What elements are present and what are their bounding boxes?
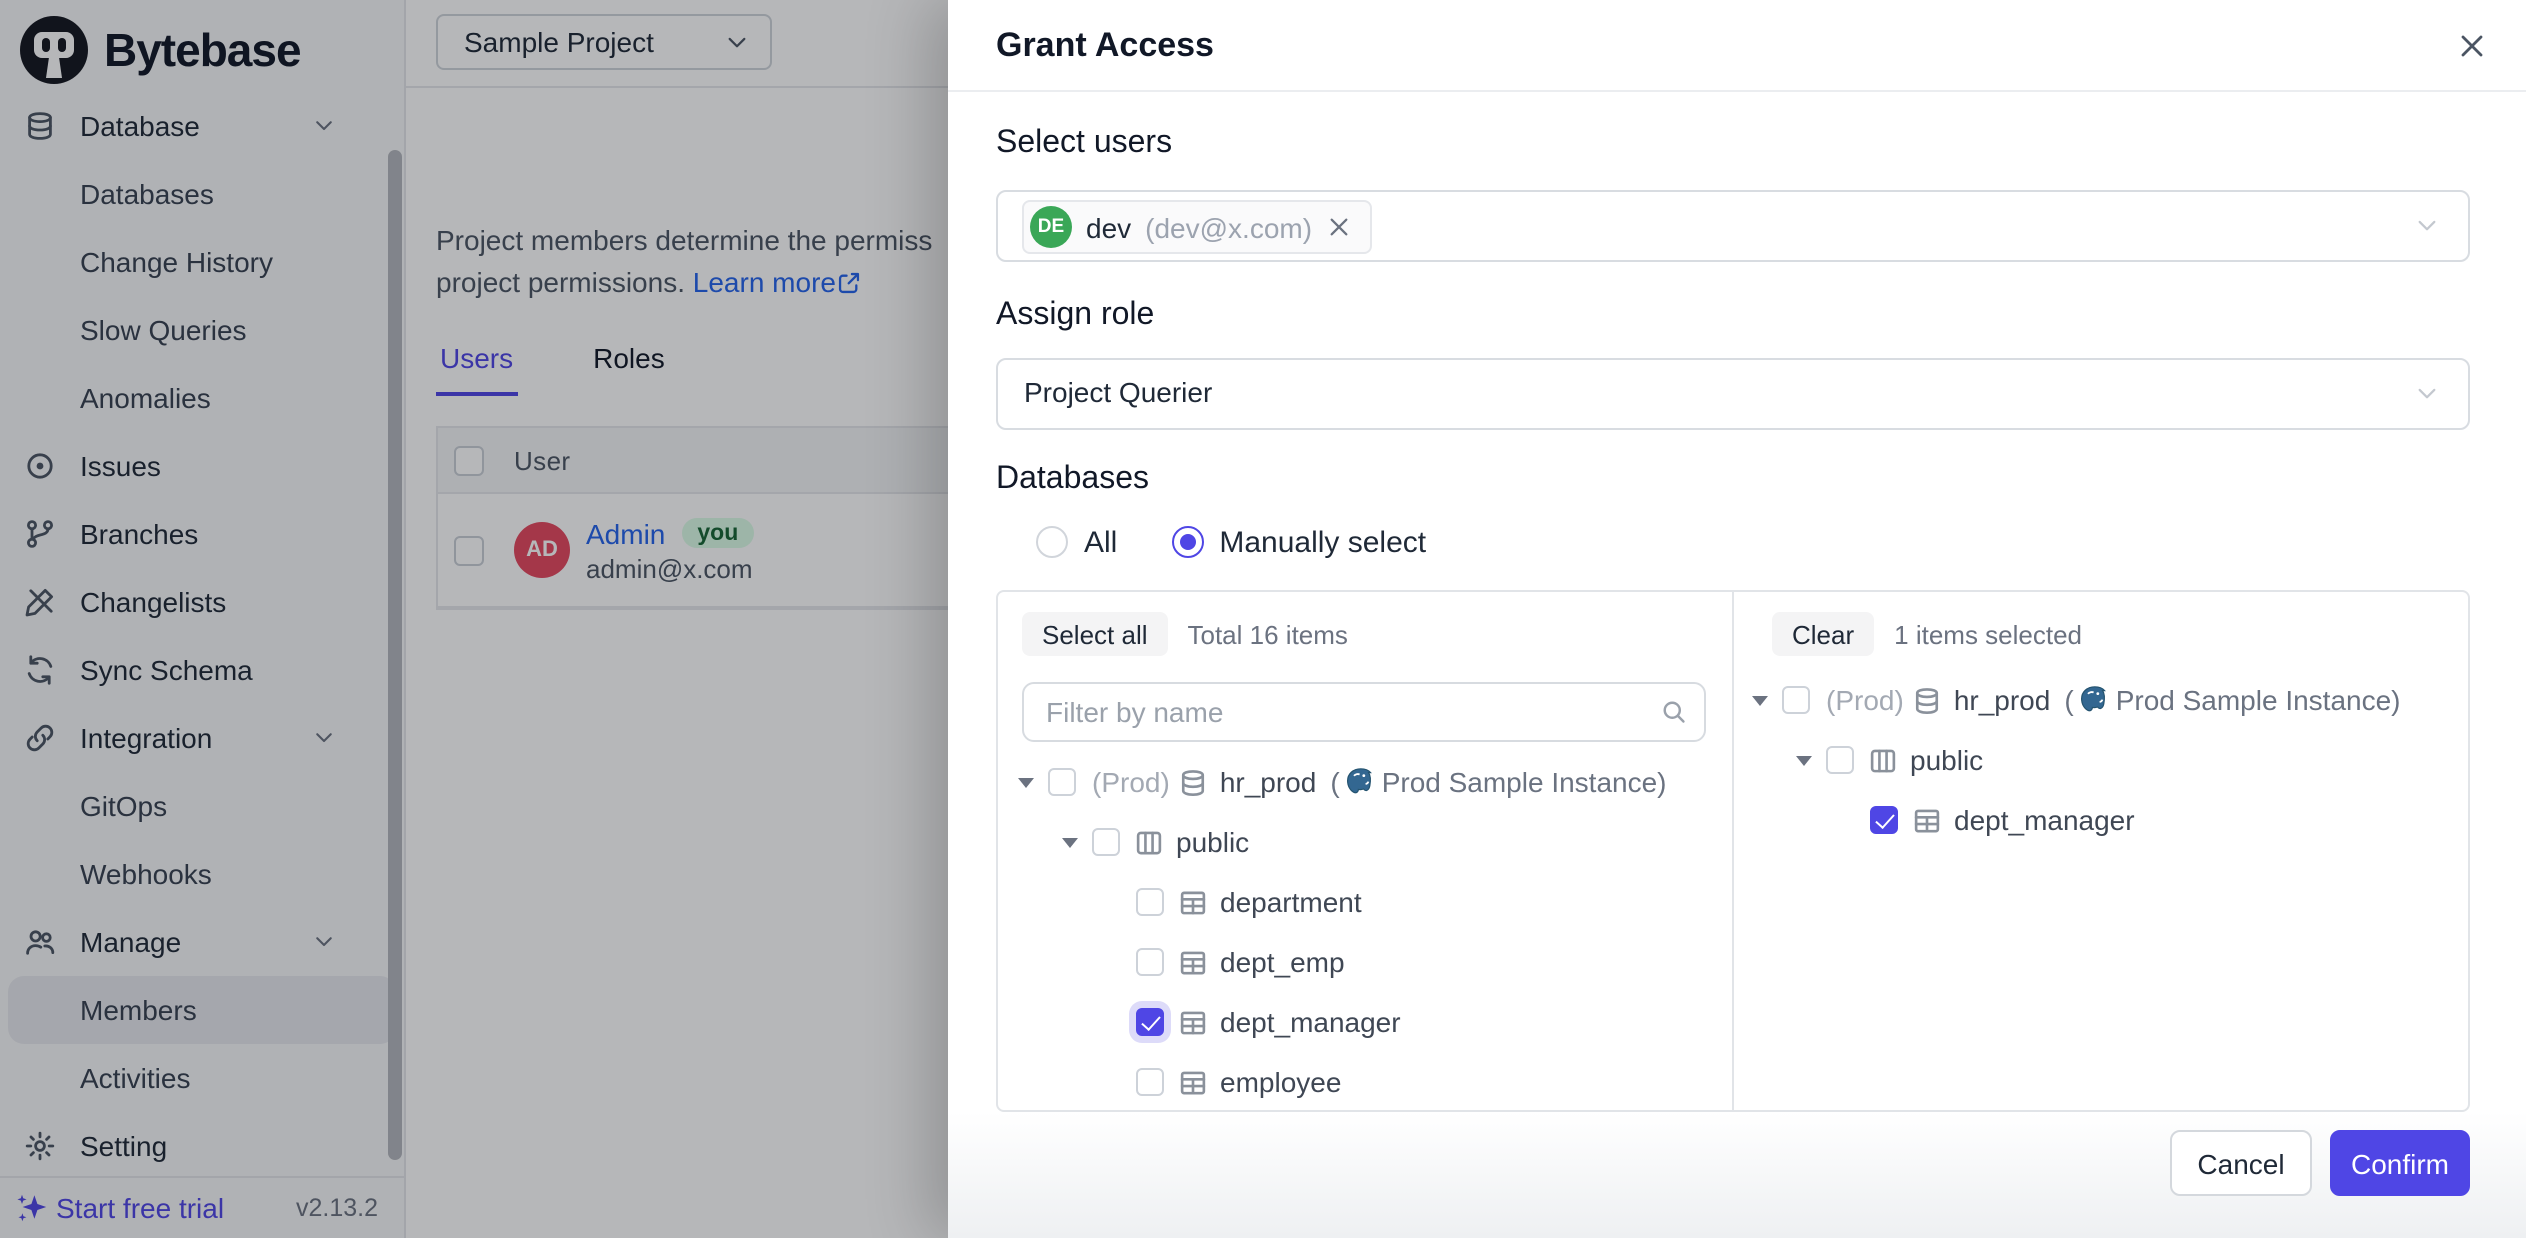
checkbox[interactable] — [1136, 948, 1164, 976]
search-icon — [1660, 698, 1688, 726]
table-icon — [1912, 805, 1942, 835]
postgres-icon — [2078, 684, 2110, 716]
checkbox-checked[interactable] — [1136, 1008, 1164, 1036]
table-name: dept_emp — [1220, 946, 1345, 978]
table-icon — [1178, 1067, 1208, 1097]
table-icon — [1178, 1007, 1208, 1037]
table-name: dept_manager — [1220, 1006, 1401, 1038]
caret-down-icon[interactable] — [1796, 755, 1812, 765]
checkbox[interactable] — [1782, 686, 1810, 714]
checkbox-checked[interactable] — [1870, 806, 1898, 834]
schema-icon — [1868, 745, 1898, 775]
select-users-label: Select users — [996, 126, 1172, 162]
modal-footer: Cancel Confirm — [948, 1112, 2526, 1238]
instance-name: Prod Sample Instance) — [2116, 684, 2401, 716]
database-name: hr_prod — [1954, 684, 2051, 716]
tree-row-department[interactable]: department — [998, 872, 1732, 932]
env-label: (Prod) — [1826, 684, 1904, 716]
bytebase-app: Bytebase Database Databases Change Histo… — [0, 0, 2526, 1238]
chevron-down-icon — [2414, 381, 2440, 407]
selected-count-label: 1 items selected — [1894, 619, 2082, 649]
radio-all-label[interactable]: All — [1084, 525, 1117, 559]
tree-row-dept-emp[interactable]: dept_emp — [998, 932, 1732, 992]
remove-chip-icon[interactable] — [1326, 214, 1352, 240]
postgres-icon — [1344, 766, 1376, 798]
caret-down-icon[interactable] — [1018, 777, 1034, 787]
tree-row-dept-manager[interactable]: dept_manager — [1736, 790, 2468, 850]
radio-manually-select[interactable] — [1171, 526, 1203, 558]
table-icon — [1178, 887, 1208, 917]
tree-row-employee[interactable]: employee — [998, 1052, 1732, 1110]
radio-all[interactable] — [1036, 526, 1068, 558]
schema-icon — [1134, 827, 1164, 857]
instance-name: Prod Sample Instance) — [1382, 766, 1667, 798]
databases-label: Databases — [996, 462, 1149, 498]
clear-button[interactable]: Clear — [1772, 612, 1874, 656]
assign-role-label: Assign role — [996, 298, 1154, 334]
tree-row-public[interactable]: public — [998, 812, 1732, 872]
caret-down-icon[interactable] — [1062, 837, 1078, 847]
tree-row-hr-prod[interactable]: (Prod) hr_prod ( Prod Sample Instance) — [998, 752, 1732, 812]
checkbox[interactable] — [1136, 888, 1164, 916]
user-chip: DE dev (dev@x.com) — [1022, 200, 1372, 254]
filter-field — [1022, 682, 1706, 742]
modal-title: Grant Access — [996, 26, 1214, 66]
role-select[interactable]: Project Querier — [996, 358, 2470, 430]
avatar: DE — [1030, 206, 1072, 248]
checkbox[interactable] — [1092, 828, 1120, 856]
total-items-label: Total 16 items — [1188, 619, 1348, 649]
grant-access-modal: Grant Access Select users DE dev (dev@x.… — [948, 0, 2526, 1238]
close-icon[interactable] — [2456, 30, 2488, 62]
paren: ( — [1330, 766, 1339, 798]
role-value: Project Querier — [1024, 376, 1212, 408]
env-label: (Prod) — [1092, 766, 1170, 798]
modal-header: Grant Access — [948, 0, 2526, 92]
select-users-field[interactable]: DE dev (dev@x.com) — [996, 190, 2470, 262]
tree-row-public[interactable]: public — [1736, 730, 2468, 790]
checkbox[interactable] — [1136, 1068, 1164, 1096]
source-tree: (Prod) hr_prod ( Prod Sample Instance) p… — [998, 752, 1732, 1110]
chevron-down-icon — [2414, 213, 2440, 239]
table-name: department — [1220, 886, 1362, 918]
radio-manual-label[interactable]: Manually select — [1219, 525, 1426, 559]
checkbox[interactable] — [1826, 746, 1854, 774]
transfer-selected-pane: Clear 1 items selected (Prod) hr_prod ( … — [1736, 592, 2468, 1110]
schema-name: public — [1910, 744, 1983, 776]
database-name: hr_prod — [1220, 766, 1317, 798]
checkbox[interactable] — [1048, 768, 1076, 796]
table-name: employee — [1220, 1066, 1341, 1098]
schema-name: public — [1176, 826, 1249, 858]
chip-name: dev — [1086, 211, 1131, 243]
select-all-button[interactable]: Select all — [1022, 612, 1168, 656]
database-scope-radios: All Manually select — [996, 522, 1426, 562]
tree-row-dept-manager[interactable]: dept_manager — [998, 992, 1732, 1052]
cancel-button[interactable]: Cancel — [2170, 1130, 2312, 1196]
filter-input[interactable] — [1022, 682, 1706, 742]
selected-tree: (Prod) hr_prod ( Prod Sample Instance) p… — [1736, 670, 2468, 850]
paren: ( — [2064, 684, 2073, 716]
confirm-button[interactable]: Confirm — [2330, 1130, 2470, 1196]
transfer-source-pane: Select all Total 16 items (Prod) hr_prod… — [998, 592, 1734, 1110]
chip-email: (dev@x.com) — [1145, 211, 1312, 243]
tree-row-hr-prod[interactable]: (Prod) hr_prod ( Prod Sample Instance) — [1736, 670, 2468, 730]
database-icon — [1178, 767, 1208, 797]
table-icon — [1178, 947, 1208, 977]
table-name: dept_manager — [1954, 804, 2135, 836]
database-transfer: Select all Total 16 items (Prod) hr_prod… — [996, 590, 2470, 1112]
caret-down-icon[interactable] — [1752, 695, 1768, 705]
database-icon — [1912, 685, 1942, 715]
